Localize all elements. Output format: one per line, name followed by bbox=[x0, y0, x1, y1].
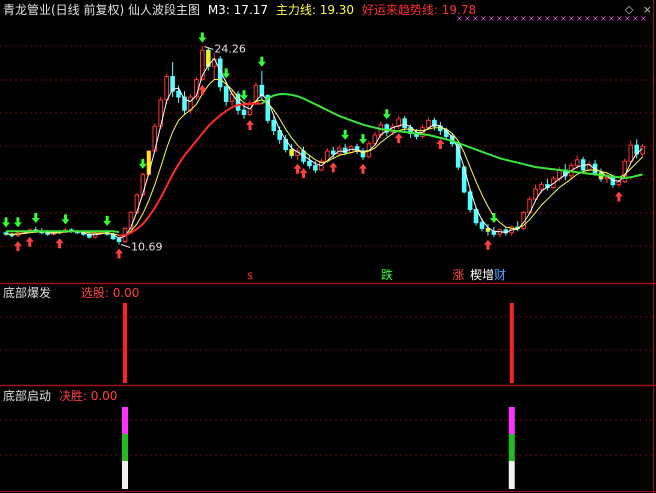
magenta-mark: × bbox=[568, 14, 575, 23]
signal-bar-bottom bbox=[508, 461, 515, 489]
magenta-mark: × bbox=[552, 14, 559, 23]
magenta-mark: × bbox=[544, 14, 551, 23]
signal-bar-bottom bbox=[122, 461, 128, 489]
candle-body bbox=[539, 184, 544, 190]
panel3-value: 决胜: 0.00 bbox=[58, 389, 118, 403]
chart-title: 青龙管业(日线 前复权) 仙人波段主图 bbox=[3, 3, 200, 17]
signal-marker: 涨 bbox=[452, 267, 464, 282]
magenta-mark: × bbox=[576, 14, 583, 23]
candle-body bbox=[134, 194, 140, 213]
signal-marker: 楔增 bbox=[470, 268, 494, 282]
signal-bar bbox=[509, 303, 514, 383]
price-annotation-low: 10.69 bbox=[131, 240, 163, 253]
magenta-mark: × bbox=[480, 14, 487, 23]
signal-bar-mid bbox=[122, 434, 128, 461]
candle-body bbox=[116, 238, 122, 243]
panel2-value: 选股: 0.00 bbox=[80, 286, 140, 300]
good-luck-value: 好运来趋势线: 19.78 bbox=[361, 3, 477, 17]
signal-bar-top bbox=[122, 407, 128, 434]
candle-body bbox=[223, 86, 229, 102]
signal-marker: 财 bbox=[494, 268, 506, 282]
signal-bar bbox=[123, 303, 127, 383]
candle-body bbox=[628, 144, 634, 162]
magenta-mark: × bbox=[536, 14, 543, 23]
price-annotation-high: 24.26 bbox=[214, 42, 246, 55]
dollar-icon: $ bbox=[247, 271, 253, 282]
candle-body bbox=[176, 90, 181, 98]
magenta-mark: × bbox=[496, 14, 503, 23]
candle-body bbox=[188, 96, 193, 111]
candle-body bbox=[330, 150, 336, 155]
candle-body bbox=[479, 222, 485, 229]
panel2-title: 底部爆发 bbox=[3, 286, 52, 300]
panel3-title: 底部启动 bbox=[3, 389, 52, 403]
magenta-mark: × bbox=[560, 14, 567, 23]
candle-body bbox=[271, 119, 277, 132]
candle-body bbox=[574, 159, 580, 167]
candle-body bbox=[610, 176, 616, 186]
m3-value: M3: 17.17 bbox=[207, 3, 269, 17]
magenta-mark: × bbox=[600, 14, 607, 23]
window-controls: ◇ × bbox=[619, 3, 652, 16]
main-force-value: 主力线: 19.30 bbox=[275, 3, 355, 17]
signal-bar-mid bbox=[508, 434, 515, 461]
signal-marker: 跌 bbox=[381, 267, 393, 282]
diamond-icon[interactable]: ◇ bbox=[625, 3, 633, 16]
magenta-mark: × bbox=[584, 14, 591, 23]
candle-body bbox=[307, 160, 312, 167]
stock-chart[interactable]: × × × × × × × × × × × × × × × × × × × × × × × ×24.2610.69跌涨楔增 财$ bbox=[0, 0, 656, 493]
candle-body bbox=[164, 76, 169, 101]
candle-body bbox=[426, 119, 431, 129]
magenta-mark: × bbox=[504, 14, 511, 23]
candle-body bbox=[140, 173, 146, 196]
magenta-mark: × bbox=[592, 14, 599, 23]
magenta-mark: × bbox=[488, 14, 495, 23]
candle-body bbox=[402, 118, 407, 129]
candle-body bbox=[616, 181, 622, 186]
yellow-bar bbox=[289, 149, 294, 156]
signal-bar-top bbox=[508, 407, 515, 434]
magenta-mark: × bbox=[608, 14, 615, 23]
candle-body bbox=[241, 109, 247, 116]
candle-body bbox=[640, 146, 645, 155]
magenta-mark: × bbox=[512, 14, 519, 23]
magenta-mark: × bbox=[520, 14, 527, 23]
candle-body bbox=[313, 165, 318, 171]
yellow-bar bbox=[147, 151, 151, 175]
chart-background bbox=[0, 0, 656, 493]
close-icon[interactable]: × bbox=[643, 3, 652, 16]
magenta-mark: × bbox=[528, 14, 535, 23]
yellow-bar bbox=[486, 228, 490, 232]
